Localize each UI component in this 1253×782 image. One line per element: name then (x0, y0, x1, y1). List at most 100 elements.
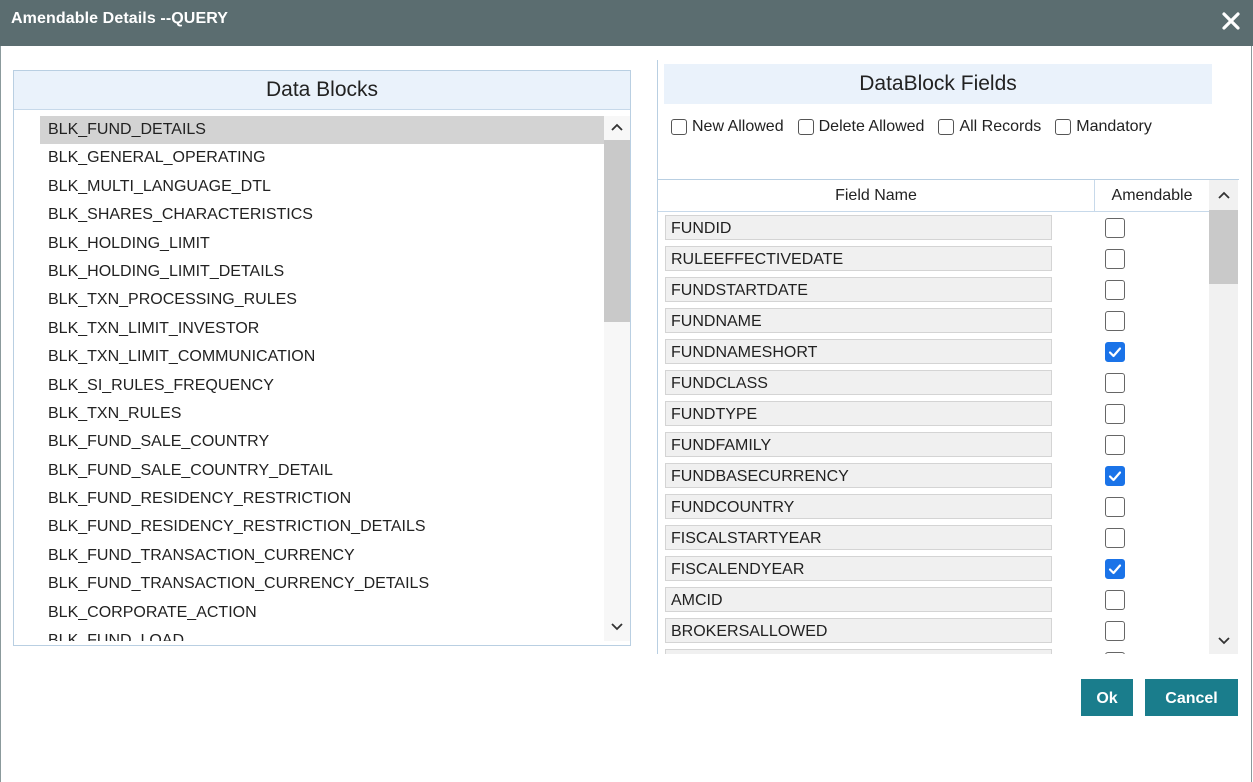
data-block-item[interactable]: BLK_FUND_DETAILS (40, 116, 604, 145)
field-name-input: FUNDNAME (665, 308, 1052, 333)
option-new-allowed[interactable]: New Allowed (671, 118, 784, 136)
field-name-input: FUNDID (665, 215, 1052, 240)
dialog-title: Amendable Details --QUERY (11, 10, 229, 27)
field-name-input: BROKERSALLOWED (665, 618, 1052, 643)
amendable-checkbox[interactable] (1105, 652, 1125, 654)
data-block-item[interactable]: BLK_FUND_TRANSACTION_CURRENCY_DETAILS (40, 570, 604, 598)
data-block-item[interactable]: BLK_TXN_LIMIT_INVESTOR (40, 315, 604, 343)
data-block-item[interactable]: BLK_FUND_SALE_COUNTRY_DETAIL (40, 457, 604, 485)
data-block-item[interactable]: BLK_TXN_PROCESSING_RULES (40, 286, 604, 314)
option-label: Mandatory (1076, 118, 1152, 135)
option-label: New Allowed (692, 118, 784, 135)
checkbox[interactable] (797, 119, 814, 135)
amendable-checkbox[interactable] (1105, 559, 1125, 579)
table-row: FUNDCLASS (658, 367, 1209, 398)
data-block-item[interactable]: BLK_GENERAL_OPERATING (40, 144, 604, 172)
checkbox[interactable] (671, 119, 687, 135)
column-header-field-name: Field Name (658, 180, 1095, 212)
amendable-checkbox[interactable] (1105, 218, 1125, 238)
field-name-input: FUNDFAMILY (665, 432, 1052, 457)
table-row: RULEEFFECTIVEDATE (658, 243, 1209, 274)
option-delete-allowed[interactable]: Delete Allowed (797, 118, 925, 136)
data-block-item[interactable]: BLK_SI_RULES_FREQUENCY (40, 372, 604, 400)
field-name-input: FUNDTYPE (665, 401, 1052, 426)
field-name-input: AMCID (665, 587, 1052, 612)
chevron-down-icon[interactable] (604, 616, 630, 638)
table-row: FUNDBASECURRENCY (658, 460, 1209, 491)
amendable-checkbox[interactable] (1105, 590, 1125, 610)
field-name-input: FUNDNAMESHORT (665, 339, 1052, 364)
field-name-input: FISCALENDYEAR (665, 556, 1052, 581)
data-blocks-panel: Data Blocks BLK_FUND_DETAILS BLK_GENERAL_… (13, 70, 631, 646)
ok-button[interactable]: Ok (1081, 679, 1133, 716)
checkmark-icon (1108, 564, 1122, 575)
option-label: All Records (959, 118, 1042, 135)
amendable-checkbox[interactable] (1105, 435, 1125, 455)
amendable-checkbox[interactable] (1105, 404, 1125, 424)
data-block-item[interactable]: BLK_HOLDING_LIMIT_DETAILS (40, 258, 604, 286)
close-icon[interactable] (1221, 10, 1241, 32)
amendable-checkbox[interactable] (1105, 621, 1125, 641)
fields-table-scrollbar[interactable] (1209, 180, 1238, 654)
data-block-item[interactable]: BLK_FUND_TRANSACTION_CURRENCY (40, 542, 604, 570)
datablock-fields-panel: DataBlock Fields New Allowed Delete Allow… (657, 60, 1239, 180)
chevron-down-icon[interactable] (1209, 630, 1238, 652)
checkmark-icon (1108, 347, 1122, 358)
amendable-checkbox[interactable] (1105, 497, 1125, 517)
data-blocks-header: Data Blocks (14, 71, 630, 110)
table-row: FUNDNAMESHORT (658, 336, 1209, 367)
table-row: FUNDSTARTDATE (658, 274, 1209, 305)
scrollbar-thumb[interactable] (604, 140, 630, 322)
amendable-checkbox[interactable] (1105, 342, 1125, 362)
chevron-up-icon[interactable] (604, 116, 630, 138)
data-block-item[interactable]: BLK_FUND_RESIDENCY_RESTRICTION_DETAILS (40, 513, 604, 541)
data-block-item[interactable]: BLK_TXN_RULES (40, 400, 604, 428)
data-blocks-list[interactable]: BLK_FUND_DETAILS BLK_GENERAL_OPERATING BLK… (40, 116, 604, 641)
option-mandatory[interactable]: Mandatory (1055, 118, 1152, 136)
amendable-checkbox[interactable] (1105, 311, 1125, 331)
field-name-input: FUNDCOUNTRY (665, 494, 1052, 519)
table-row: BROKERSALLOWED (658, 615, 1209, 646)
field-name-input: FUNDBASECURRENCY (665, 463, 1052, 488)
option-label: Delete Allowed (818, 118, 925, 135)
amendable-checkbox[interactable] (1105, 528, 1125, 548)
table-row: FUNDNAME (658, 305, 1209, 336)
option-all-records[interactable]: All Records (938, 118, 1041, 136)
dialog-titlebar: Amendable Details --QUERY (0, 0, 1253, 46)
data-blocks-scrollbar[interactable] (604, 116, 630, 641)
scrollbar-thumb[interactable] (1209, 210, 1238, 284)
amendable-checkbox[interactable] (1105, 373, 1125, 393)
table-row: FISCALSTARTYEAR (658, 522, 1209, 553)
field-name-input: FISCALSTARTYEAR (665, 525, 1052, 550)
amendable-checkbox[interactable] (1105, 280, 1125, 300)
data-block-item[interactable]: BLK_CORPORATE_ACTION (40, 599, 604, 627)
table-row: FUNDFAMILY (658, 429, 1209, 460)
data-block-item[interactable]: BLK_SHARES_CHARACTERISTICS (40, 201, 604, 229)
fields-table: Field Name Amendable FUNDID RULEEFFECTIVE… (657, 180, 1239, 654)
amendable-checkbox[interactable] (1105, 249, 1125, 269)
checkbox[interactable] (1055, 119, 1072, 135)
field-name-input: FUNDSTARTDATE (665, 277, 1052, 302)
field-name-input: RULEEFFECTIVEDATE (665, 246, 1052, 271)
amendable-checkbox[interactable] (1105, 466, 1125, 486)
data-block-item[interactable]: BLK_FUND_LOAD (40, 627, 604, 641)
table-row: AMCID (658, 584, 1209, 615)
fields-table-body: FUNDID RULEEFFECTIVEDATE FUNDSTARTDATE FUND… (658, 212, 1209, 654)
data-block-item[interactable]: BLK_HOLDING_LIMIT (40, 230, 604, 258)
table-row (658, 646, 1209, 654)
data-block-item[interactable]: BLK_TXN_LIMIT_COMMUNICATION (40, 343, 604, 371)
checkbox[interactable] (938, 119, 955, 135)
cancel-button[interactable]: Cancel (1145, 679, 1238, 716)
table-row: FISCALENDYEAR (658, 553, 1209, 584)
data-block-item[interactable]: BLK_MULTI_LANGUAGE_DTL (40, 173, 604, 201)
field-name-input: FUNDCLASS (665, 370, 1052, 395)
data-block-item[interactable]: BLK_FUND_RESIDENCY_RESTRICTION (40, 485, 604, 513)
datablock-fields-header: DataBlock Fields (664, 64, 1212, 104)
chevron-up-icon[interactable] (1209, 184, 1238, 206)
table-row: FUNDCOUNTRY (658, 491, 1209, 522)
data-block-item[interactable]: BLK_FUND_SALE_COUNTRY (40, 428, 604, 456)
checkmark-icon (1108, 471, 1122, 482)
field-name-input (665, 649, 1052, 654)
table-row: FUNDID (658, 212, 1209, 243)
datablock-options: New Allowed Delete Allowed All Records Mand… (671, 118, 1166, 136)
